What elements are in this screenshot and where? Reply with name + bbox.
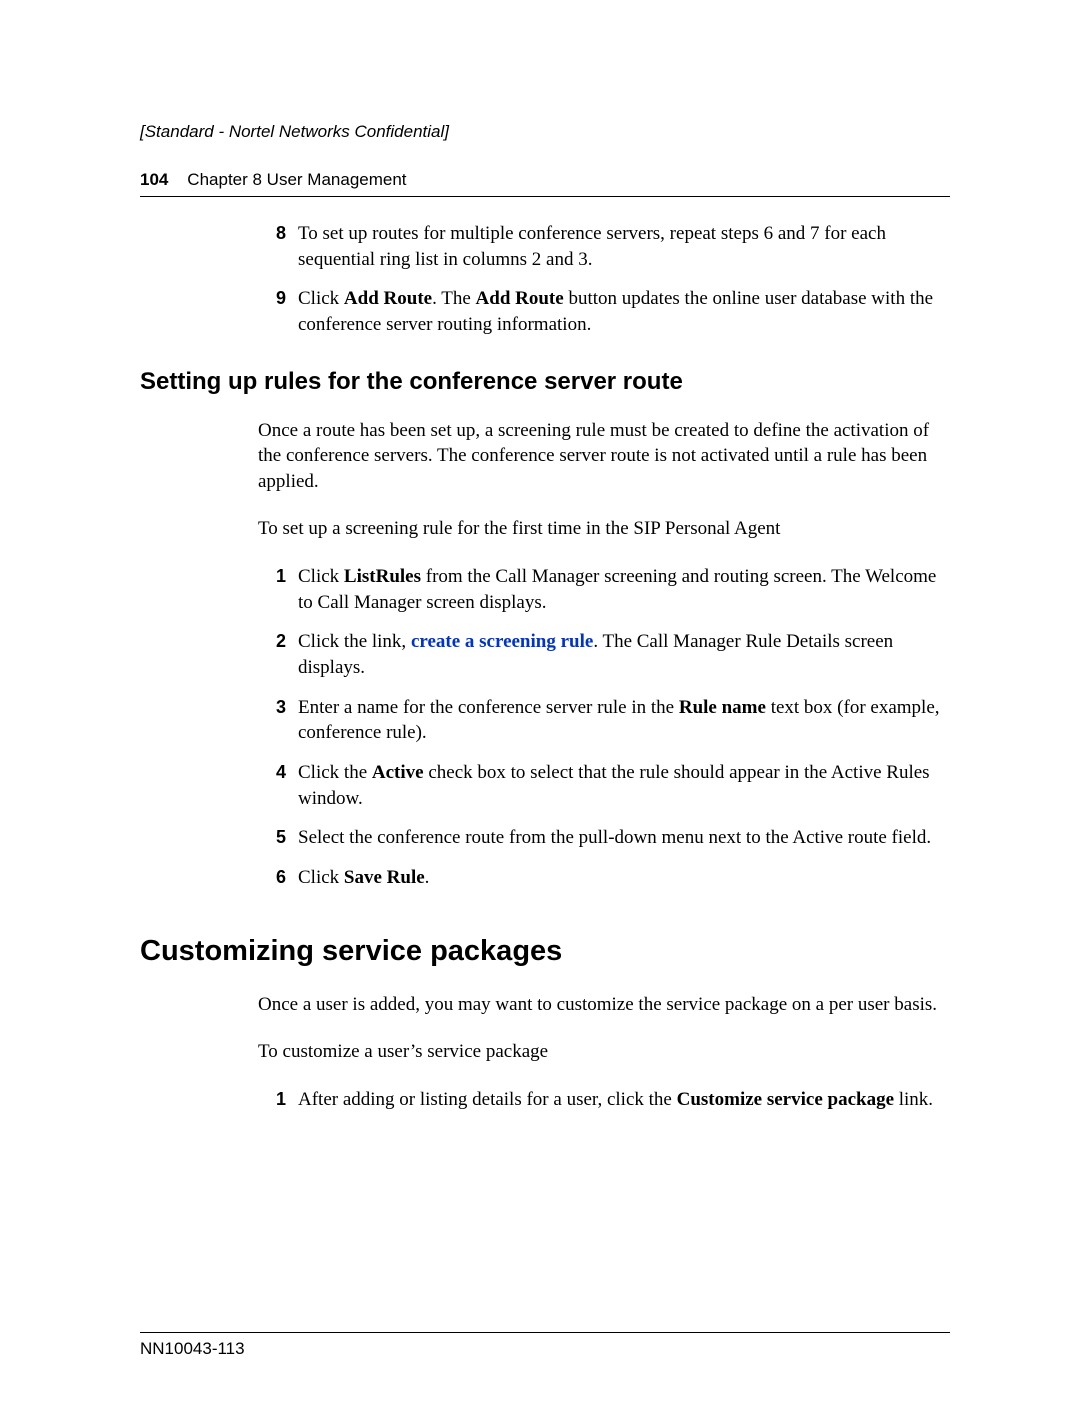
step-text: To set up routes for multiple conference… bbox=[298, 221, 950, 272]
step-3: 3 Enter a name for the conference server… bbox=[258, 695, 950, 746]
step-number: 2 bbox=[258, 629, 298, 680]
step-8: 8 To set up routes for multiple conferen… bbox=[258, 221, 950, 272]
step-text: Click Save Rule. bbox=[298, 865, 950, 891]
step-text: After adding or listing details for a us… bbox=[298, 1087, 950, 1113]
page-number: 104 bbox=[140, 170, 168, 189]
step-4: 4 Click the Active check box to select t… bbox=[258, 760, 950, 811]
confidential-header: [Standard - Nortel Networks Confidential… bbox=[140, 122, 950, 142]
step-number: 3 bbox=[258, 695, 298, 746]
step-number: 6 bbox=[258, 865, 298, 891]
paragraph: Once a user is added, you may want to cu… bbox=[258, 992, 950, 1018]
step-1: 1 After adding or listing details for a … bbox=[258, 1087, 950, 1113]
paragraph: Once a route has been set up, a screenin… bbox=[258, 418, 950, 495]
subheading-rules: Setting up rules for the conference serv… bbox=[140, 368, 950, 396]
page-footer: NN10043-113 bbox=[140, 1332, 950, 1359]
steps-customize: 1 After adding or listing details for a … bbox=[258, 1087, 950, 1113]
paragraph: To customize a user’s service package bbox=[258, 1039, 950, 1065]
step-text: Click Add Route. The Add Route button up… bbox=[298, 286, 950, 337]
step-text: Click ListRules from the Call Manager sc… bbox=[298, 564, 950, 615]
section-heading-customizing: Customizing service packages bbox=[140, 935, 950, 968]
step-9: 9 Click Add Route. The Add Route button … bbox=[258, 286, 950, 337]
step-number: 1 bbox=[258, 1087, 298, 1113]
step-1: 1 Click ListRules from the Call Manager … bbox=[258, 564, 950, 615]
step-number: 8 bbox=[258, 221, 298, 272]
step-text: Click the link, create a screening rule.… bbox=[298, 629, 950, 680]
step-number: 5 bbox=[258, 825, 298, 851]
step-text: Click the Active check box to select tha… bbox=[298, 760, 950, 811]
steps-continued: 8 To set up routes for multiple conferen… bbox=[258, 221, 950, 338]
create-screening-rule-link[interactable]: create a screening rule bbox=[411, 631, 593, 652]
step-text: Select the conference route from the pul… bbox=[298, 825, 950, 851]
chapter-title: Chapter 8 User Management bbox=[187, 170, 406, 189]
paragraph: To set up a screening rule for the first… bbox=[258, 516, 950, 542]
step-number: 1 bbox=[258, 564, 298, 615]
steps-screening-rule: 1 Click ListRules from the Call Manager … bbox=[258, 564, 950, 890]
step-6: 6 Click Save Rule. bbox=[258, 865, 950, 891]
step-5: 5 Select the conference route from the p… bbox=[258, 825, 950, 851]
running-header: 104 Chapter 8 User Management bbox=[140, 170, 950, 197]
step-2: 2 Click the link, create a screening rul… bbox=[258, 629, 950, 680]
step-text: Enter a name for the conference server r… bbox=[298, 695, 950, 746]
document-number: NN10043-113 bbox=[140, 1339, 245, 1358]
step-number: 4 bbox=[258, 760, 298, 811]
step-number: 9 bbox=[258, 286, 298, 337]
